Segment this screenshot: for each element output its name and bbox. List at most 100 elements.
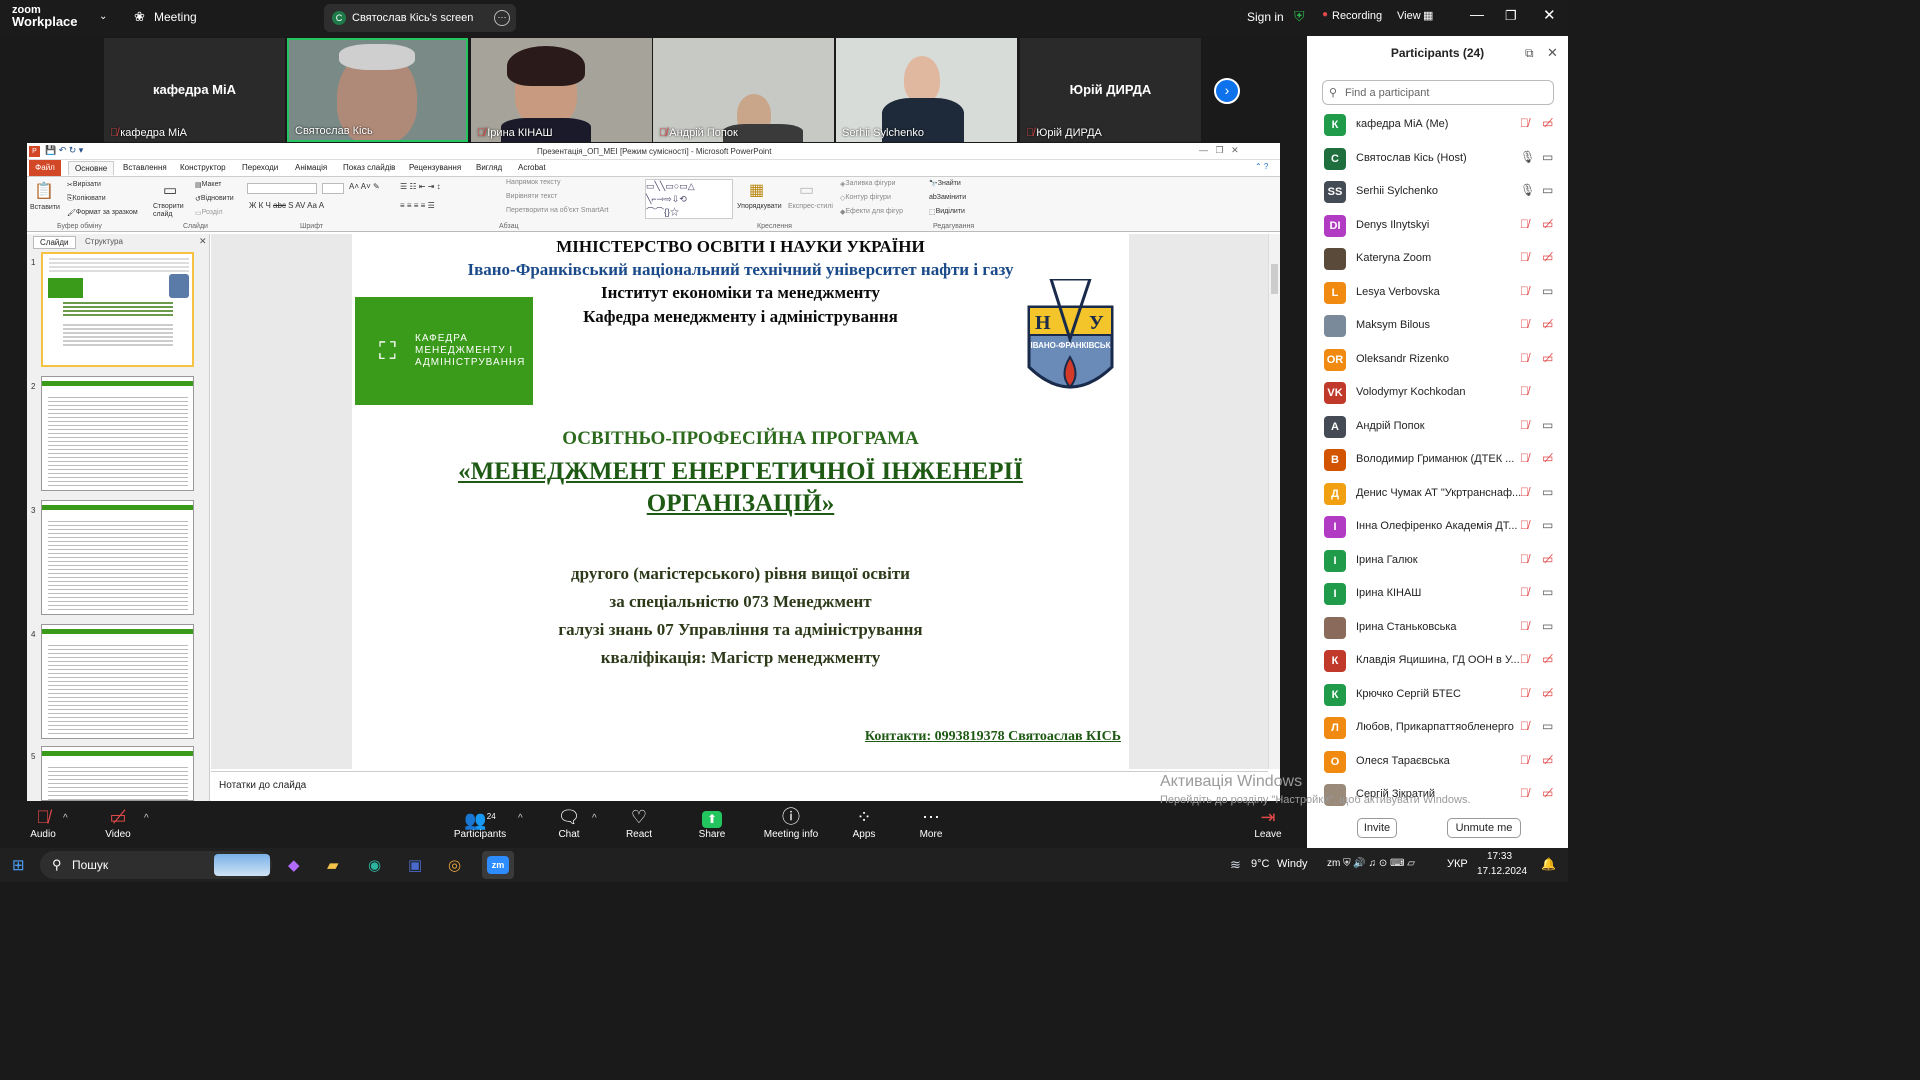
list-buttons[interactable]: ☰ ☷ ⇤ ⇥ ↕	[400, 182, 441, 191]
clock-time[interactable]: 17:33	[1487, 851, 1512, 862]
section-button[interactable]: ▭ Розділ	[195, 209, 223, 217]
next-page-arrow-icon[interactable]: ›	[1214, 78, 1240, 104]
chat-options-chevron-icon[interactable]: ^	[592, 813, 597, 824]
popout-icon[interactable]: ⧉	[1525, 46, 1534, 61]
font-format-buttons[interactable]: Ж К Ч abc S AV Aa A	[249, 201, 324, 210]
participant-row[interactable]: Maksym Bilous 🎙̸ ▭̸	[1320, 309, 1560, 342]
close-panel-icon[interactable]: ✕	[1547, 45, 1558, 61]
sign-in-link[interactable]: Sign in	[1247, 10, 1284, 24]
participant-row[interactable]: І Ірина КІНАШ 🎙̸ ▭	[1320, 577, 1560, 610]
participant-row[interactable]: В Володимир Гриманюк (ДТЕК ... 🎙̸ ▭̸	[1320, 443, 1560, 476]
format-painter-button[interactable]: 🖌 Формат за зразком	[67, 209, 138, 217]
recording-label[interactable]: Recording	[1332, 10, 1382, 22]
font-size-select[interactable]	[322, 183, 344, 194]
slide-scrollbar[interactable]	[1268, 234, 1280, 769]
participants-button[interactable]: 👥24 Participants	[452, 805, 508, 840]
shape-fill-button[interactable]: ◈ Заливка фігури	[840, 180, 895, 188]
clock-date[interactable]: 17.12.2024	[1477, 866, 1527, 877]
tab-outline[interactable]: Структура	[85, 237, 123, 246]
tab-transitions[interactable]: Переходи	[242, 163, 278, 172]
paste-icon[interactable]: 📋	[34, 181, 54, 201]
participant-row[interactable]: Ірина Станьковська 🎙̸ ▭	[1320, 611, 1560, 644]
invite-button[interactable]: Invite	[1357, 818, 1397, 838]
tab-review[interactable]: Рецензування	[409, 163, 461, 172]
participant-row[interactable]: DI Denys Ilnytskyi 🎙̸ ▭̸	[1320, 209, 1560, 242]
chrome-icon[interactable]: ◎	[448, 856, 461, 874]
audio-options-chevron-icon[interactable]: ^	[63, 813, 68, 824]
close-icon[interactable]: ✕	[1543, 6, 1556, 24]
help-icon[interactable]: ⌃ ?	[1255, 162, 1268, 171]
tab-file[interactable]: Файл	[29, 160, 61, 176]
audio-button[interactable]: 🎙̸ Audio	[26, 805, 60, 840]
video-tile[interactable]: 🎙̸ Андрій Попок	[653, 38, 834, 142]
new-slide-button[interactable]: Створити слайд	[153, 203, 189, 219]
tab-design[interactable]: Конструктор	[180, 163, 226, 172]
participant-row[interactable]: Д Денис Чумак АТ "Укртранснаф... 🎙̸ ▭	[1320, 477, 1560, 510]
minimize-icon[interactable]: —	[1470, 6, 1484, 22]
slide-thumbnail[interactable]	[41, 500, 194, 615]
view-menu[interactable]: View	[1397, 10, 1421, 22]
shield-icon[interactable]: ⛨	[1294, 8, 1305, 25]
replace-button[interactable]: ab Замінити	[929, 194, 966, 201]
tab-home[interactable]: Основне	[68, 161, 115, 175]
video-tile[interactable]: 🎙̸ Ірина КІНАШ	[471, 38, 652, 142]
video-tile-active-speaker[interactable]: Святослав Кісь	[287, 38, 468, 142]
windows-start-icon[interactable]: ⊞	[12, 856, 25, 874]
participant-row[interactable]: L Lesya Verbovska 🎙̸ ▭	[1320, 276, 1560, 309]
slide-thumbnail[interactable]	[41, 624, 194, 739]
shared-screen-tab[interactable]: C Святослав Кісь's screen ···	[324, 4, 516, 32]
notification-bell-icon[interactable]: 🔔	[1541, 857, 1556, 871]
participant-row[interactable]: І Ірина Галюк 🎙̸ ▭̸	[1320, 544, 1560, 577]
participant-row[interactable]: К Клавдія Яцишина, ГД ООН в У... 🎙̸ ▭̸	[1320, 644, 1560, 677]
notes-pane[interactable]: Нотатки до слайда	[211, 771, 1268, 801]
cut-button[interactable]: ✂ Вирізати	[67, 181, 101, 189]
arrange-button[interactable]: Упорядкувати	[737, 203, 782, 210]
select-button[interactable]: ⬚ Виділити	[929, 208, 965, 216]
participant-row[interactable]: SS Serhii Sylchenko 🎙 ▭	[1320, 175, 1560, 208]
video-tile[interactable]: Serhii Sylchenko	[836, 38, 1017, 142]
file-explorer-icon[interactable]: ▰	[327, 856, 339, 874]
share-button[interactable]: ⬆ Share	[697, 805, 727, 840]
tab-view[interactable]: Вигляд	[476, 163, 502, 172]
arrange-icon[interactable]: ▦	[749, 180, 764, 200]
font-size-buttons[interactable]: A˄ A˅ ✎	[349, 182, 380, 191]
tab-slides[interactable]: Слайди	[33, 236, 76, 249]
layout-button[interactable]: ▤ Макет	[195, 181, 221, 189]
align-buttons[interactable]: ≡ ≡ ≡ ≡ ☰	[400, 201, 435, 210]
participant-row[interactable]: С Святослав Кісь (Host) 🎙 ▭	[1320, 142, 1560, 175]
quick-styles-icon[interactable]: ▭	[799, 180, 814, 200]
more-button[interactable]: ⋯ More	[916, 805, 946, 840]
shape-effects-button[interactable]: ◆ Ефекти для фігур	[840, 208, 903, 216]
tab-acrobat[interactable]: Acrobat	[518, 163, 546, 172]
chevron-down-icon[interactable]: ⌄	[99, 11, 107, 22]
video-options-chevron-icon[interactable]: ^	[144, 813, 149, 824]
shape-outline-button[interactable]: ◇ Контур фігури	[840, 194, 891, 202]
font-name-select[interactable]	[247, 183, 317, 194]
close-panel-icon[interactable]: ✕	[199, 236, 207, 247]
participant-row[interactable]: OR Oleksandr Rizenko 🎙̸ ▭̸	[1320, 343, 1560, 376]
input-language[interactable]: УКР	[1447, 858, 1468, 870]
copy-button[interactable]: ⎘ Копіювати	[67, 195, 106, 203]
paste-button[interactable]: Вставити	[30, 204, 60, 211]
meeting-info-button[interactable]: ⓘ Meeting info	[761, 805, 821, 840]
find-button[interactable]: 🔭 Знайти	[929, 180, 961, 188]
unmute-me-button[interactable]: Unmute me	[1447, 818, 1521, 838]
view-grid-icon[interactable]: ▦	[1423, 9, 1433, 22]
participant-search-input[interactable]: ⚲ Find a participant	[1322, 80, 1554, 105]
save-app-icon[interactable]: ▣	[408, 856, 422, 874]
apps-button[interactable]: ⁘ Apps	[850, 805, 878, 840]
tab-insert[interactable]: Вставлення	[123, 163, 167, 172]
reset-button[interactable]: ↺ Відновити	[195, 195, 234, 203]
text-direction-button[interactable]: Напрямок тексту	[506, 179, 561, 186]
slide-thumbnail[interactable]	[41, 252, 194, 367]
slide-thumbnail[interactable]	[41, 376, 194, 491]
quick-styles-button[interactable]: Експрес-стилі	[788, 203, 833, 210]
participant-row[interactable]: А Андрій Попок 🎙̸ ▭	[1320, 410, 1560, 443]
tray-icons[interactable]: zm ⛨ 🔊 ♫ ⊙ ⌨ ▱	[1327, 858, 1415, 869]
window-controls[interactable]: — ❐ ✕	[1199, 145, 1239, 156]
participant-row[interactable]: Л Любов, Прикарпаттяобленерго 🎙̸ ▭	[1320, 711, 1560, 744]
more-icon[interactable]: ···	[494, 10, 510, 26]
video-tile[interactable]: кафедра МіА 🎙̸ кафедра МіА	[104, 38, 285, 142]
participants-options-chevron-icon[interactable]: ^	[518, 813, 523, 824]
tab-slideshow[interactable]: Показ слайдів	[343, 163, 395, 172]
